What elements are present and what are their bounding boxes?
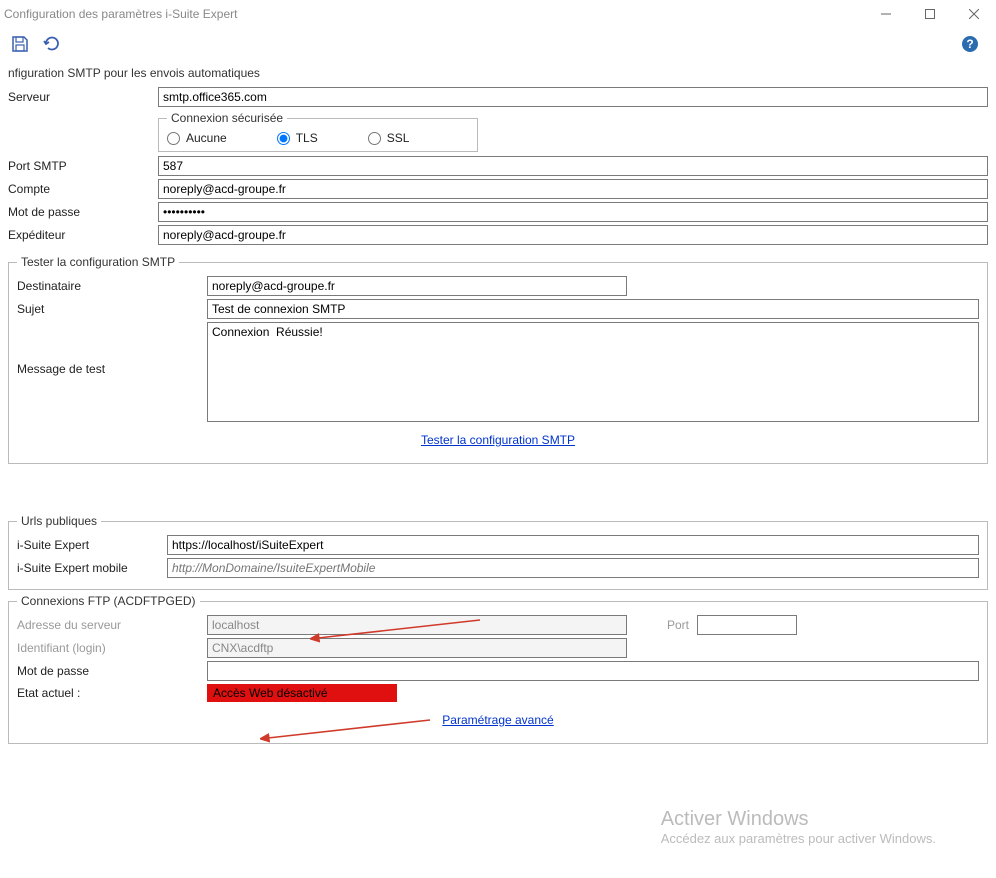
ftp-state-value: Accès Web désactivé <box>207 684 397 702</box>
secure-connection-group: Connexion sécurisée Aucune TLS SSL <box>158 111 478 152</box>
urls-fieldset: Urls publiques i-Suite Expert i-Suite Ex… <box>8 514 988 590</box>
account-label: Compte <box>8 182 158 196</box>
radio-none[interactable] <box>167 132 180 145</box>
ftp-advanced-link[interactable]: Paramétrage avancé <box>17 705 979 735</box>
ftp-port-input[interactable] <box>697 615 797 635</box>
test-smtp-link[interactable]: Tester la configuration SMTP <box>17 425 979 455</box>
test-smtp-fieldset: Tester la configuration SMTP Destinatair… <box>8 255 988 464</box>
recipient-label: Destinataire <box>17 279 207 293</box>
undo-icon[interactable] <box>38 32 62 56</box>
minimize-button[interactable] <box>864 0 908 28</box>
window-title: Configuration des paramètres i-Suite Exp… <box>4 7 237 21</box>
secure-connection-legend: Connexion sécurisée <box>167 111 287 125</box>
account-input[interactable] <box>158 179 988 199</box>
server-label: Serveur <box>8 90 158 104</box>
watermark-sub: Accédez aux paramètres pour activer Wind… <box>661 831 936 846</box>
ftp-port-label: Port <box>667 618 689 632</box>
radio-ssl[interactable] <box>368 132 381 145</box>
urls-legend: Urls publiques <box>17 514 101 528</box>
isuite-url-input[interactable] <box>167 535 979 555</box>
sender-label: Expéditeur <box>8 228 158 242</box>
radio-ssl-label: SSL <box>387 131 410 145</box>
maximize-button[interactable] <box>908 0 952 28</box>
ftp-legend: Connexions FTP (ACDFTPGED) <box>17 594 200 608</box>
radio-none-label: Aucune <box>186 131 227 145</box>
message-textarea[interactable] <box>207 322 979 422</box>
recipient-input[interactable] <box>207 276 627 296</box>
ftp-fieldset: Connexions FTP (ACDFTPGED) Adresse du se… <box>8 594 988 744</box>
password-input[interactable] <box>158 202 988 222</box>
isuite-mobile-label: i-Suite Expert mobile <box>17 561 167 575</box>
watermark-title: Activer Windows <box>661 808 936 831</box>
ftp-login-label: Identifiant (login) <box>17 641 207 655</box>
radio-tls[interactable] <box>277 132 290 145</box>
close-button[interactable] <box>952 0 996 28</box>
ftp-server-label: Adresse du serveur <box>17 618 207 632</box>
ftp-server-input <box>207 615 627 635</box>
ftp-login-input <box>207 638 627 658</box>
svg-text:?: ? <box>966 37 973 51</box>
isuite-label: i-Suite Expert <box>17 538 167 552</box>
toolbar: ? <box>0 28 996 60</box>
subject-label: Sujet <box>17 302 207 316</box>
radio-tls-label: TLS <box>296 131 318 145</box>
help-icon[interactable]: ? <box>958 32 982 56</box>
ftp-state-label: Etat actuel : <box>17 686 207 700</box>
save-icon[interactable] <box>8 32 32 56</box>
radio-option-ssl[interactable]: SSL <box>368 131 410 145</box>
sender-input[interactable] <box>158 225 988 245</box>
port-input[interactable] <box>158 156 988 176</box>
windows-activation-watermark: Activer Windows Accédez aux paramètres p… <box>661 808 936 846</box>
subject-input[interactable] <box>207 299 979 319</box>
port-label: Port SMTP <box>8 159 158 173</box>
smtp-section-title: nfiguration SMTP pour les envois automat… <box>0 60 996 84</box>
ftp-password-input[interactable] <box>207 661 979 681</box>
radio-option-tls[interactable]: TLS <box>277 131 318 145</box>
titlebar: Configuration des paramètres i-Suite Exp… <box>0 0 996 28</box>
ftp-password-label: Mot de passe <box>17 664 207 678</box>
window-controls <box>864 0 996 28</box>
server-input[interactable] <box>158 87 988 107</box>
message-label: Message de test <box>17 322 207 376</box>
isuite-mobile-url-input[interactable] <box>167 558 979 578</box>
password-label: Mot de passe <box>8 205 158 219</box>
radio-option-none[interactable]: Aucune <box>167 131 227 145</box>
test-smtp-legend: Tester la configuration SMTP <box>17 255 179 269</box>
